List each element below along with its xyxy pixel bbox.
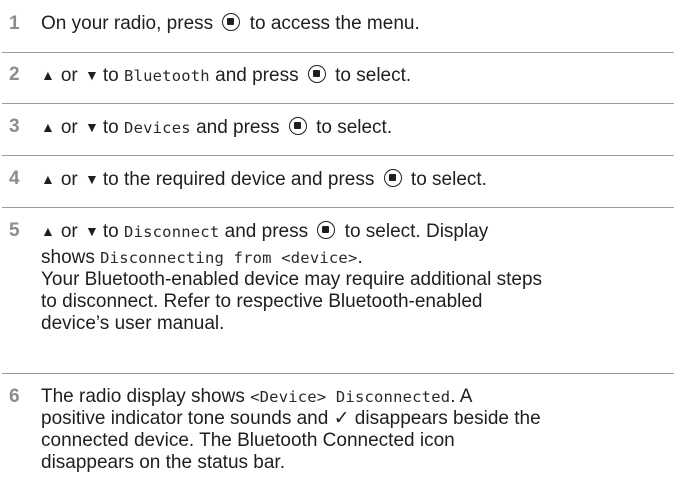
step-number: 2 (9, 64, 20, 85)
step-text-part: The radio display shows (41, 386, 245, 407)
step-text: On your radio, press to access the menu. (41, 13, 669, 35)
display-message: Disconnecting from <device> (100, 249, 358, 267)
step-text-part: to (102, 65, 119, 86)
menu-ok-button-icon (307, 65, 326, 83)
step-text-part: or (60, 65, 78, 86)
menu-item-disconnect: Disconnect (124, 223, 220, 241)
step-text-line: connected device. The Bluetooth Connecte… (41, 430, 455, 451)
step-text-part: and press (224, 221, 309, 242)
step-text-part: On your radio, press (41, 13, 214, 34)
step-number: 4 (9, 168, 20, 189)
down-arrow-icon: ▼ (85, 171, 99, 187)
step-text-part: to select. Display (344, 221, 489, 242)
step-text-part: shows (41, 247, 95, 268)
divider (2, 103, 674, 104)
step-text: ▲ or ▼ to Bluetooth and press to select. (41, 64, 669, 87)
step-text-part: or (60, 221, 78, 242)
step-number: 3 (9, 116, 20, 137)
step-text-part: to (102, 221, 119, 242)
note-line: Your Bluetooth-enabled device may requir… (41, 269, 543, 290)
step-text-part: to (102, 117, 119, 138)
up-arrow-icon: ▲ (41, 119, 55, 135)
step-text-part: to the required device and press (102, 169, 375, 190)
step-text-part: . (357, 247, 363, 268)
divider (2, 373, 674, 374)
step-text-part: to select. (410, 169, 487, 190)
step-text-part: to select. (316, 117, 393, 138)
step-text-part: or (60, 117, 78, 138)
step-text: ▲ or ▼ to Disconnect and press to select. … (41, 220, 669, 335)
menu-ok-button-icon (383, 169, 402, 187)
step-text: ▲ or ▼ to the required device and press to… (41, 168, 669, 191)
divider (2, 207, 674, 208)
down-arrow-icon: ▼ (85, 67, 99, 83)
menu-item-bluetooth: Bluetooth (124, 67, 210, 85)
step-text: The radio display shows <Device> Disconn… (41, 386, 669, 474)
step-text-part: or (60, 169, 78, 190)
note-line: device’s user manual. (41, 313, 225, 334)
procedure-steps: 1 On your radio, press to access the men… (0, 0, 679, 504)
step-text-part: to select. (335, 65, 412, 86)
step-text-line: disappears on the status bar. (41, 452, 285, 473)
menu-item-devices: Devices (124, 119, 191, 137)
menu-ok-button-icon (222, 13, 241, 31)
step-text-part: . A (450, 386, 473, 407)
display-message: <Device> Disconnected (250, 388, 451, 406)
menu-ok-button-icon (288, 117, 307, 135)
down-arrow-icon: ▼ (85, 223, 99, 239)
step-number: 1 (9, 13, 20, 34)
up-arrow-icon: ▲ (41, 171, 55, 187)
step-text: ▲ or ▼ to Devices and press to select. (41, 116, 669, 139)
step-text-line: positive indicator tone sounds and ✓ dis… (41, 408, 541, 429)
down-arrow-icon: ▼ (85, 119, 99, 135)
step-text-part: to access the menu. (249, 13, 420, 34)
note-line: to disconnect. Refer to respective Bluet… (41, 291, 483, 312)
step-text-part: and press (215, 65, 299, 86)
step-number: 6 (9, 386, 20, 407)
up-arrow-icon: ▲ (41, 67, 55, 83)
step-text-part: and press (196, 117, 280, 138)
menu-ok-button-icon (317, 221, 336, 239)
divider (2, 155, 674, 156)
divider (2, 52, 674, 53)
up-arrow-icon: ▲ (41, 223, 55, 239)
step-number: 5 (9, 220, 20, 241)
